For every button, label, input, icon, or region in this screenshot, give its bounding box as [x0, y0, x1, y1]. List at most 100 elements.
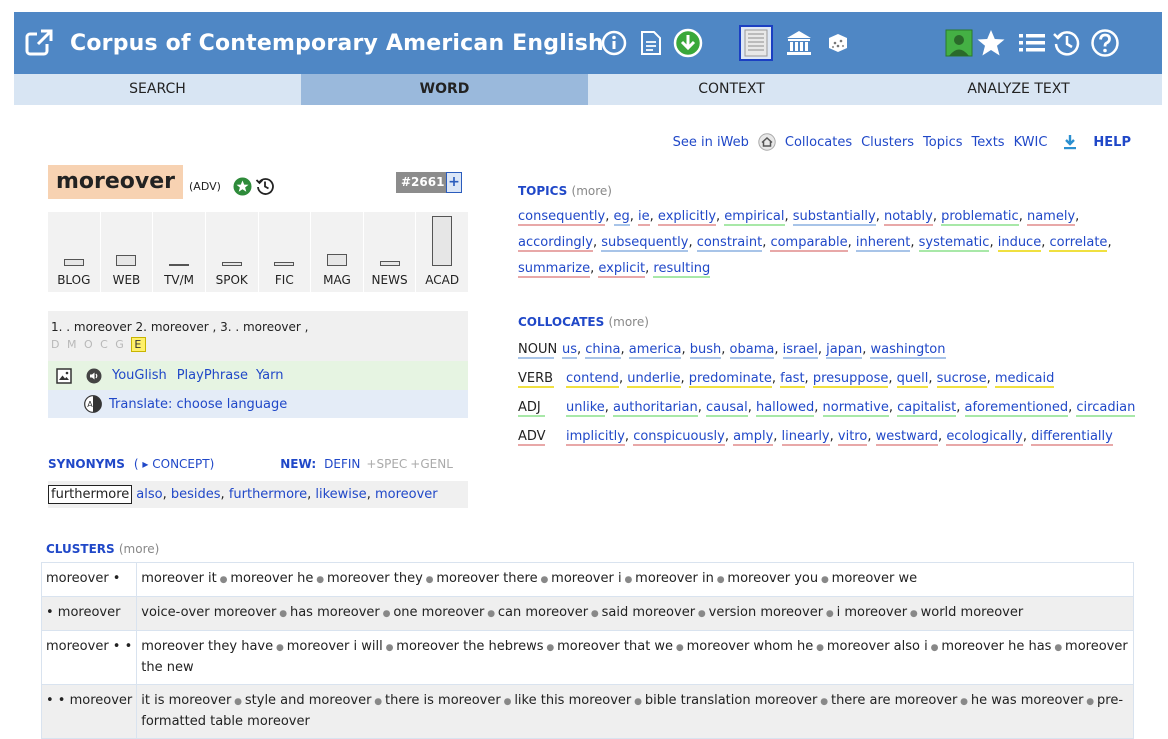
cluster-item[interactable]: i moreover [837, 605, 907, 620]
genl-link[interactable]: +GENL [410, 457, 453, 471]
defin-link[interactable]: DEFIN [324, 457, 360, 471]
clusters-link[interactable]: Clusters [861, 135, 914, 150]
word-link[interactable]: normative [822, 400, 889, 417]
synonym-selected[interactable]: furthermore [48, 485, 133, 504]
word-link[interactable]: conspicuously [633, 429, 725, 446]
word-link[interactable]: differentially [1031, 429, 1113, 446]
cluster-item[interactable]: moreover you [727, 571, 818, 586]
word-link[interactable]: problematic [941, 209, 1019, 226]
image-icon[interactable] [56, 367, 72, 384]
cluster-pattern[interactable]: moreover • [40, 562, 138, 597]
cluster-item[interactable]: moreover i will [287, 639, 383, 654]
word-link[interactable]: implicitly [566, 429, 625, 446]
clusters-more-link[interactable]: (more) [119, 542, 159, 556]
grid-icon[interactable] [739, 25, 773, 61]
synonyms-title[interactable]: SYNONYMS [48, 457, 125, 471]
cluster-item[interactable]: moreover i [551, 571, 621, 586]
word-link[interactable]: unlike [566, 400, 605, 417]
synonym-link[interactable]: likewise [315, 487, 366, 502]
genre-column[interactable]: FIC [259, 212, 312, 292]
clusters-title[interactable]: CLUSTERS [46, 542, 115, 556]
tab-word[interactable]: WORD [301, 74, 588, 105]
download-icon[interactable] [672, 27, 704, 59]
dialect-letters-list[interactable]: D M O C G [51, 338, 126, 351]
word-link[interactable]: linearly [781, 429, 830, 446]
cluster-item[interactable]: style and moreover [245, 693, 372, 708]
word-link[interactable]: consequently [518, 209, 606, 226]
institution-icon[interactable] [783, 27, 815, 59]
audio-icon[interactable] [86, 368, 102, 384]
word-link[interactable]: namely [1026, 209, 1076, 226]
word-link[interactable]: induce [997, 235, 1042, 252]
word-link[interactable]: subsequently [601, 235, 689, 252]
genre-column[interactable]: BLOG [48, 212, 101, 292]
word-link[interactable]: underlie [627, 371, 681, 388]
spec-link[interactable]: +SPEC [366, 457, 407, 471]
see-in-iweb-link[interactable]: See in iWeb [673, 135, 749, 150]
word-link[interactable]: contend [566, 371, 619, 388]
word-link[interactable]: circadian [1076, 400, 1136, 417]
info-icon[interactable] [598, 27, 630, 59]
external-link-icon[interactable] [24, 28, 54, 58]
kwic-link[interactable]: KWIC [1014, 135, 1048, 150]
word-link[interactable]: authoritarian [613, 400, 698, 417]
cluster-item[interactable]: moreover they have [141, 639, 273, 654]
word-link[interactable]: eg [613, 209, 630, 226]
cluster-item[interactable]: it is moreover [141, 693, 231, 708]
word-link[interactable]: predominate [688, 371, 772, 388]
star-icon[interactable] [975, 27, 1007, 59]
word-link[interactable]: amply [733, 429, 774, 446]
translate-link[interactable]: Translate: choose language [109, 397, 287, 412]
word-link[interactable]: ie [638, 209, 650, 226]
dice-icon[interactable] [822, 27, 854, 59]
genre-column[interactable]: ACAD [416, 212, 468, 292]
cluster-item[interactable]: moreover also i [827, 639, 928, 654]
cluster-pattern[interactable]: • • moreover [40, 684, 138, 739]
cluster-pattern[interactable]: moreover • • [40, 630, 138, 685]
word-link[interactable]: presuppose [812, 371, 889, 388]
word-link[interactable]: inherent [855, 235, 911, 252]
word-history-icon[interactable] [255, 176, 275, 196]
word-link[interactable]: japan [826, 342, 863, 359]
cluster-item[interactable]: said moreover [602, 605, 695, 620]
cluster-item[interactable]: moreover it [141, 571, 217, 586]
synonym-link[interactable]: furthermore [229, 487, 307, 502]
cluster-item[interactable]: there are moreover [831, 693, 957, 708]
list-icon[interactable] [1016, 27, 1048, 59]
cluster-item[interactable]: one moreover [393, 605, 484, 620]
word-link[interactable]: sucrose [936, 371, 987, 388]
cluster-item[interactable]: there is moreover [385, 693, 501, 708]
cluster-item[interactable]: moreover there [436, 571, 537, 586]
synonym-link[interactable]: moreover [375, 487, 438, 502]
home-icon[interactable] [758, 133, 776, 151]
word-link[interactable]: constraint [696, 235, 763, 252]
genre-column[interactable]: TV/M [153, 212, 206, 292]
cluster-item[interactable]: moreover the hebrews [396, 639, 543, 654]
word-link[interactable]: hallowed [755, 400, 815, 417]
word-link[interactable]: explicit [598, 261, 646, 278]
word-link[interactable]: china [585, 342, 621, 359]
word-link[interactable]: summarize [518, 261, 591, 278]
user-icon[interactable] [943, 27, 975, 59]
word-link[interactable]: westward [875, 429, 939, 446]
word-link[interactable]: explicitly [657, 209, 717, 226]
word-link[interactable]: bush [689, 342, 722, 359]
cluster-item[interactable]: world moreover [921, 605, 1024, 620]
word-link[interactable]: substantially [792, 209, 876, 226]
cluster-item[interactable]: bible translation moreover [645, 693, 818, 708]
word-link[interactable]: obama [729, 342, 775, 359]
playphrase-link[interactable]: PlayPhrase [177, 368, 248, 383]
word-link[interactable]: causal [705, 400, 748, 417]
cluster-item[interactable]: moreover whom he [687, 639, 814, 654]
favorite-icon[interactable] [233, 177, 252, 196]
synonym-link[interactable]: also [136, 487, 162, 502]
rank-plus-button[interactable]: + [446, 172, 462, 193]
document-icon[interactable] [635, 27, 667, 59]
cluster-item[interactable]: version moreover [709, 605, 823, 620]
word-link[interactable]: israel [782, 342, 818, 359]
cluster-item[interactable]: moreover in [635, 571, 714, 586]
cluster-item[interactable]: moreover he has [941, 639, 1051, 654]
synonym-link[interactable]: besides [171, 487, 221, 502]
word-link[interactable]: medicaid [994, 371, 1055, 388]
tab-context[interactable]: CONTEXT [588, 74, 875, 105]
